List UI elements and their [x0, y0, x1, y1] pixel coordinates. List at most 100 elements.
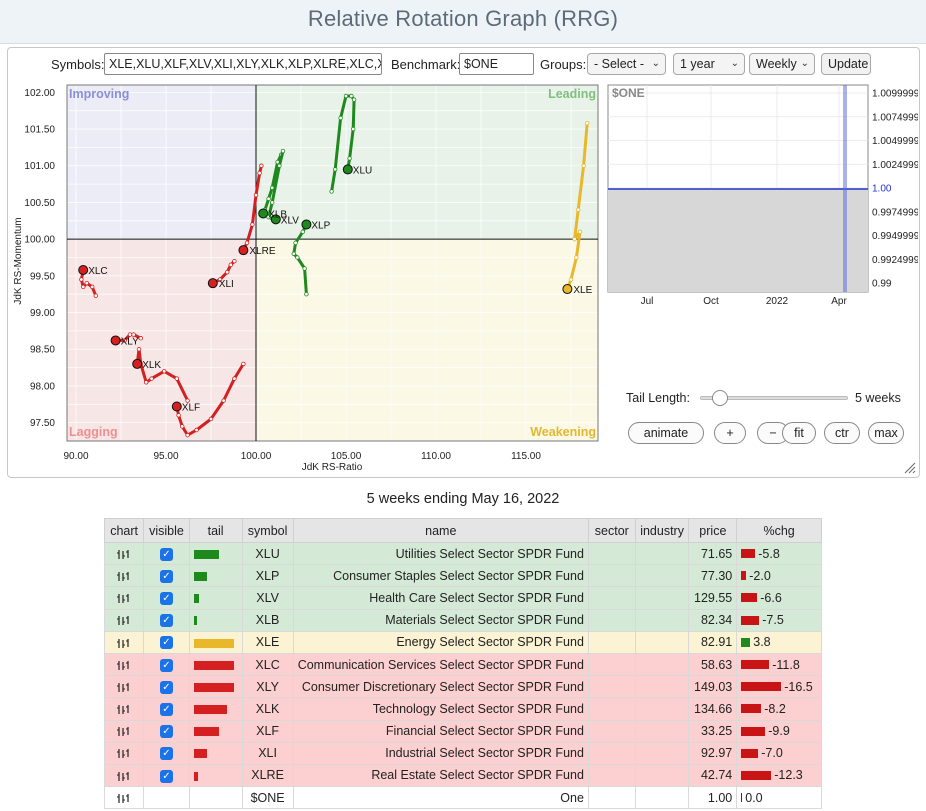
checkbox-icon[interactable]: ✓ — [159, 769, 173, 783]
chart-cell[interactable] — [103, 608, 145, 632]
update-button[interactable]: Update — [821, 53, 871, 75]
tail-length-slider-handle[interactable] — [711, 390, 728, 406]
chart-cell[interactable] — [103, 786, 145, 810]
chart-icon[interactable] — [117, 682, 131, 693]
checkbox-icon[interactable]: ✓ — [159, 703, 173, 716]
chart-icon[interactable] — [117, 638, 131, 649]
head-xlp[interactable] — [301, 219, 312, 230]
center-button[interactable]: ctr — [824, 422, 860, 444]
head-xlk[interactable] — [132, 358, 143, 369]
symbol-cell[interactable]: XLF — [241, 719, 294, 743]
col-visible[interactable]: visible — [143, 518, 190, 543]
checkbox-icon[interactable]: ✓ — [159, 569, 173, 583]
col-industry[interactable]: industry — [634, 518, 690, 543]
interval-select[interactable]: Weekly ⌄ — [749, 53, 815, 75]
table-row[interactable]: ✓ XLK Technology Select Sector SPDR Fund 13… — [103, 697, 822, 721]
head-xlu[interactable] — [342, 164, 353, 175]
chart-cell[interactable] — [103, 719, 145, 743]
checkbox-icon[interactable]: ✓ — [159, 636, 173, 650]
table-row[interactable]: ✓ XLRE Real Estate Select Sector SPDR Fund… — [103, 763, 822, 788]
head-xly[interactable] — [110, 335, 121, 346]
chart-icon[interactable] — [117, 793, 131, 804]
chart-cell[interactable] — [103, 586, 145, 610]
head-xlb[interactable] — [258, 208, 269, 219]
chart-cell[interactable] — [103, 763, 145, 788]
visible-cell[interactable]: ✓ — [143, 564, 190, 588]
head-xle[interactable] — [562, 284, 573, 295]
visible-cell[interactable]: ✓ — [143, 675, 190, 699]
max-button[interactable]: max — [868, 422, 904, 444]
fit-button[interactable]: fit — [782, 422, 816, 444]
checkbox-icon[interactable]: ✓ — [159, 680, 173, 694]
table-row[interactable]: ✓ XLY Consumer Discretionary Select Sector… — [103, 675, 822, 699]
chart-icon[interactable] — [117, 704, 131, 715]
chart-icon[interactable] — [117, 615, 131, 626]
table-row[interactable]: ✓ XLE Energy Select Sector SPDR Fund 82.91 3… — [103, 630, 822, 654]
visible-cell[interactable]: ✓ — [143, 586, 190, 610]
visible-cell[interactable]: ✓ — [143, 652, 190, 677]
symbol-cell[interactable]: XLC — [241, 652, 294, 677]
chart-cell[interactable] — [103, 564, 145, 588]
checkbox-icon[interactable]: ✓ — [159, 747, 173, 761]
visible-cell[interactable]: ✓ — [143, 630, 190, 654]
symbol-cell[interactable]: XLY — [241, 675, 294, 699]
checkbox-icon[interactable]: ✓ — [159, 614, 173, 628]
zoom-in-button[interactable]: + — [714, 422, 746, 444]
visible-cell[interactable]: ✓ — [143, 697, 190, 721]
col-chart[interactable]: chart — [103, 518, 145, 543]
head-xlc[interactable] — [78, 264, 89, 275]
chart-icon[interactable] — [117, 660, 131, 671]
chart-icon[interactable] — [117, 726, 131, 737]
visible-cell[interactable] — [143, 786, 190, 810]
symbol-cell[interactable]: $ONE — [241, 786, 294, 810]
checkbox-icon[interactable]: ✓ — [159, 658, 173, 672]
chart-cell[interactable] — [103, 697, 145, 721]
visible-cell[interactable]: ✓ — [143, 608, 190, 632]
table-row[interactable]: ✓ XLV Health Care Select Sector SPDR Fund 1… — [103, 586, 822, 610]
symbol-cell[interactable]: XLE — [241, 630, 294, 654]
head-xlre[interactable] — [238, 245, 249, 256]
symbol-cell[interactable]: XLI — [241, 741, 294, 765]
chart-cell[interactable] — [103, 630, 145, 654]
visible-cell[interactable]: ✓ — [143, 541, 190, 566]
visible-cell[interactable]: ✓ — [143, 763, 190, 788]
symbol-cell[interactable]: XLV — [241, 586, 294, 610]
table-row[interactable]: ✓ XLU Utilities Select Sector SPDR Fund 71.… — [103, 541, 822, 566]
resize-handle-icon[interactable] — [904, 462, 916, 474]
chart-icon[interactable] — [117, 593, 131, 604]
table-row[interactable]: ✓ XLB Materials Select Sector SPDR Fund 82.… — [103, 608, 822, 632]
visible-cell[interactable]: ✓ — [143, 741, 190, 765]
symbol-cell[interactable]: XLK — [241, 697, 294, 721]
chart-cell[interactable] — [103, 675, 145, 699]
checkbox-icon[interactable]: ✓ — [159, 725, 173, 739]
col-price[interactable]: price — [688, 518, 738, 543]
rrg-chart[interactable]: 90.00 95.00 100.00 105.00 110.00 115.00 102.00… — [8, 48, 608, 479]
head-xlf[interactable] — [171, 401, 182, 412]
period-select[interactable]: 1 year ⌄ — [673, 53, 745, 75]
table-row[interactable]: ✓ XLI Industrial Select Sector SPDR Fund 92… — [103, 741, 822, 765]
table-row[interactable]: ✓ XLF Financial Select Sector SPDR Fund 33.… — [103, 719, 822, 743]
checkbox-icon[interactable]: ✓ — [159, 592, 173, 606]
symbol-cell[interactable]: XLU — [241, 541, 294, 566]
animate-button[interactable]: animate — [628, 422, 704, 444]
chart-cell[interactable] — [103, 652, 145, 677]
chart-cell[interactable] — [103, 741, 145, 765]
table-row[interactable]: ✓ XLP Consumer Staples Select Sector SPDR … — [103, 564, 822, 588]
chart-icon[interactable] — [117, 771, 131, 782]
chart-cell[interactable] — [103, 541, 145, 566]
col-tail[interactable]: tail — [188, 518, 243, 543]
head-xli[interactable] — [207, 278, 218, 289]
table-row[interactable]: $ONE One 1.00 0.0 — [103, 786, 822, 810]
checkbox-icon[interactable]: ✓ — [159, 547, 173, 561]
symbol-cell[interactable]: XLP — [241, 564, 294, 588]
col-symbol[interactable]: symbol — [241, 518, 294, 543]
table-row[interactable]: ✓ XLC Communication Services Select Sector… — [103, 652, 822, 677]
col-sector[interactable]: sector — [587, 518, 636, 543]
col-chg[interactable]: %chg — [736, 518, 822, 543]
chart-icon[interactable] — [117, 549, 131, 560]
chart-icon[interactable] — [117, 748, 131, 759]
col-name[interactable]: name — [292, 518, 589, 543]
chart-icon[interactable] — [117, 571, 131, 582]
symbol-cell[interactable]: XLB — [241, 608, 294, 632]
visible-cell[interactable]: ✓ — [143, 719, 190, 743]
